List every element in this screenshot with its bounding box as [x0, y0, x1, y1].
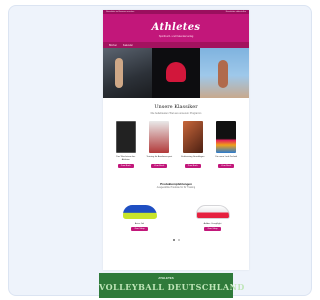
book-title: Das Wachstum des Athleten — [116, 156, 136, 161]
book-title: Training für Ausdauersport — [146, 156, 173, 158]
book-item: Die neue Lauf-Technik Zum Buch — [213, 121, 239, 168]
book-button[interactable]: Zum Buch — [151, 164, 168, 168]
product-name: Asics Gel — [134, 223, 145, 225]
book-button[interactable]: Zum Buch — [117, 164, 134, 168]
book-cover[interactable] — [216, 121, 237, 153]
nav-item-calendar[interactable]: Kalender — [123, 44, 133, 47]
product-button[interactable]: Zum Shop — [131, 227, 148, 231]
product-name: Adidas Crazyflight — [203, 223, 222, 225]
unsubscribe-link[interactable]: Newsletter abbestellen — [226, 11, 246, 13]
hero-image-volleyball[interactable] — [151, 48, 201, 98]
book-button[interactable]: Zum Buch — [184, 164, 201, 168]
product-list: Asics Gel Zum Shop Adidas Crazyflight Zu… — [103, 205, 249, 231]
brand-logo[interactable]: Athletes — [103, 22, 249, 33]
book-cover[interactable] — [149, 121, 170, 153]
carousel-dots — [103, 239, 249, 241]
carousel-dot[interactable] — [177, 239, 180, 241]
nav-item-books[interactable]: Bücher — [109, 44, 117, 47]
email-header: Athletes Sportbuch- und Kalenderverlag B… — [103, 14, 249, 48]
product-image[interactable] — [122, 205, 157, 219]
product-button[interactable]: Zum Shop — [204, 227, 221, 231]
book-cover[interactable] — [182, 121, 203, 153]
newsletter-email: Newsletter im Browser ansehen Newsletter… — [103, 10, 249, 270]
banner-text: VOLLEYBALL DEUTSCHLAND — [99, 282, 245, 292]
book-item: Training für Ausdauersport Zum Buch — [146, 121, 172, 168]
book-title: Kraftraining Grundlagen — [181, 156, 205, 158]
view-in-browser-link[interactable]: Newsletter im Browser ansehen — [106, 11, 134, 13]
carousel-dot-active[interactable] — [172, 239, 175, 241]
products-title: Produktempfehlungen — [160, 182, 192, 186]
book-button[interactable]: Zum Buch — [218, 164, 235, 168]
product-image[interactable] — [195, 205, 230, 219]
preview-frame: Newsletter im Browser ansehen Newsletter… — [8, 5, 312, 296]
product-item: Adidas Crazyflight Zum Shop — [193, 205, 233, 231]
promo-banner[interactable]: ATHLETES VOLLEYBALL DEUTSCHLAND — [99, 273, 245, 298]
brand-tagline: Sportbuch- und Kalenderverlag — [158, 35, 194, 38]
hero-image-beach[interactable] — [200, 48, 249, 98]
book-cover[interactable] — [115, 121, 136, 153]
book-title: Die neue Lauf-Technik — [215, 156, 238, 158]
book-item: Kraftraining Grundlagen Zum Buch — [180, 121, 206, 168]
section-title: Unsere Klassiker — [154, 104, 198, 110]
hero-images — [103, 48, 249, 98]
product-item: Asics Gel Zum Shop — [120, 205, 160, 231]
products-subtitle: Ausgewählte Produkte für Ihr Training — [156, 187, 196, 189]
book-list: Das Wachstum des Athleten Zum Buch Train… — [103, 115, 249, 168]
hero-image-athletes[interactable] — [103, 48, 152, 98]
book-item: Das Wachstum des Athleten Zum Buch — [113, 121, 139, 168]
banner-logo: ATHLETES — [158, 276, 174, 280]
